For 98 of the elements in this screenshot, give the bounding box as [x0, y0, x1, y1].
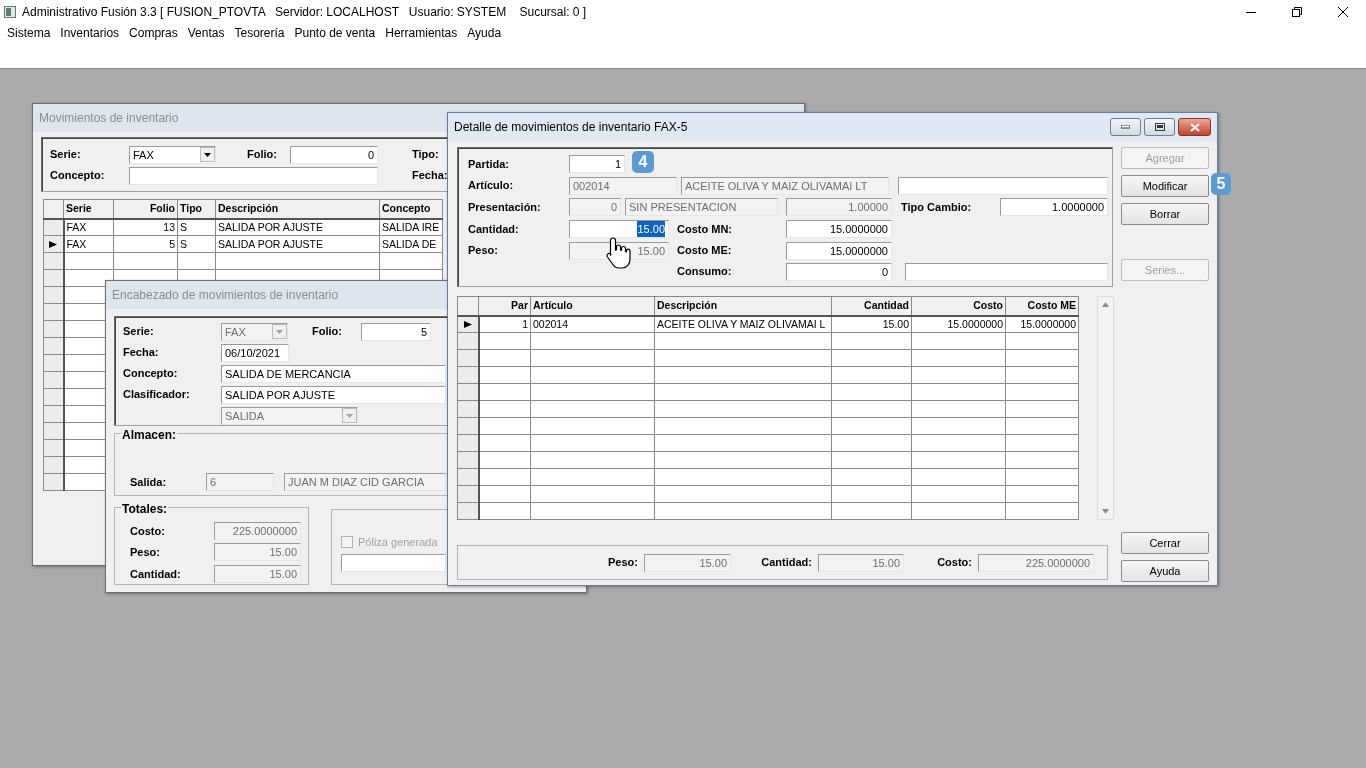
- field-label: Clasificador:: [123, 387, 191, 403]
- table-cell: 5: [113, 235, 178, 253]
- field-label: Costo:: [130, 523, 166, 539]
- menu-item[interactable]: Punto de venta: [289, 24, 381, 42]
- window-title: Administrativo Fusión 3.3 [ FUSION_PTOVTA Servidor: LOCALHOST Usuario: SYSTEM Sucursal: 0 ]: [22, 4, 587, 21]
- input-field[interactable]: 15.00: [569, 220, 669, 238]
- column-header[interactable]: Descripción: [215, 199, 380, 219]
- button[interactable]: Cerrar: [1121, 532, 1209, 554]
- column-header[interactable]: Tipo: [177, 199, 216, 219]
- table-cell: S: [177, 218, 216, 236]
- menu-item[interactable]: Tesorería: [229, 24, 290, 42]
- field-label: Cantidad:: [468, 221, 520, 237]
- input-field[interactable]: 15.0000000: [786, 220, 892, 238]
- close-button[interactable]: [1178, 118, 1211, 136]
- column-header[interactable]: Descripción: [654, 296, 832, 316]
- input-field[interactable]: SALIDA POR AJUSTE: [221, 385, 446, 404]
- table-cell: FAX: [63, 235, 114, 253]
- input-field[interactable]: SALIDA DE MERCANCIA: [221, 364, 446, 383]
- field-label: Artículo:: [468, 178, 515, 194]
- table-cell: 002014: [530, 315, 655, 333]
- input-field[interactable]: 1: [569, 155, 625, 173]
- column-header[interactable]: Costo: [911, 296, 1006, 316]
- button[interactable]: Borrar: [1121, 203, 1209, 225]
- input-field[interactable]: 0: [786, 262, 892, 281]
- input-field[interactable]: [129, 166, 378, 185]
- input-field[interactable]: 0: [290, 145, 378, 164]
- field-label: Peso:: [130, 545, 161, 560]
- field-label: Tipo:: [412, 147, 439, 163]
- field-label: Folio:: [312, 324, 343, 340]
- menu-item[interactable]: Sistema: [2, 24, 56, 42]
- input-field[interactable]: 06/10/2021: [221, 343, 289, 362]
- app-icon: [4, 6, 16, 18]
- input-field[interactable]: [905, 262, 1108, 281]
- field-label: Cantidad:: [130, 566, 182, 582]
- table-cell: ACEITE OLIVA Y MAIZ OLIVAMAI L: [654, 315, 832, 333]
- table-cell: 15.0000000: [1005, 315, 1079, 333]
- field-label: Costo MN:: [677, 221, 733, 237]
- field-label: Peso:: [468, 243, 499, 259]
- button[interactable]: Ayuda: [1121, 560, 1209, 582]
- field-label: Consumo:: [677, 264, 733, 280]
- table-cell: SALIDA POR AJUSTE: [215, 218, 380, 236]
- column-header[interactable]: Par: [478, 296, 531, 316]
- window-title: Movimientos de inventario: [39, 110, 179, 127]
- restore-icon[interactable]: [1154, 123, 1165, 131]
- field-label: Presentación:: [468, 199, 542, 215]
- window-title: Encabezado de movimientos de inventario: [112, 287, 339, 304]
- menu-item[interactable]: Compras: [124, 24, 183, 42]
- input-field[interactable]: [341, 554, 446, 572]
- field-label: Costo:: [936, 555, 973, 571]
- table-cell: 15.00: [831, 315, 912, 333]
- checkbox-label: Póliza generada: [358, 534, 438, 550]
- input-field[interactable]: [898, 176, 1108, 195]
- field-label: Tipo Cambio:: [901, 199, 973, 215]
- menu-item[interactable]: Inventarios: [55, 24, 125, 42]
- field-label: Partida:: [468, 156, 510, 172]
- field-label: Salida:: [130, 474, 168, 490]
- field-label: Cantidad:: [760, 555, 813, 571]
- window-title: Detalle de movimientos de inventario FAX-5: [454, 119, 688, 136]
- table-cell: S: [177, 235, 216, 253]
- table-cell: SALIDA DE: [379, 235, 443, 253]
- table-cell: FAX: [63, 218, 114, 236]
- restore-button[interactable]: [1144, 118, 1175, 136]
- table-cell: 15.0000000: [911, 315, 1006, 333]
- field-label: Folio:: [247, 147, 278, 163]
- column-header[interactable]: Serie: [63, 199, 114, 219]
- minimize-button[interactable]: [1110, 118, 1141, 136]
- column-header[interactable]: Costo ME: [1005, 296, 1079, 316]
- table-cell: 13: [113, 218, 178, 236]
- field-label: Costo ME:: [677, 243, 733, 259]
- input-field[interactable]: 1.0000000: [1000, 198, 1108, 216]
- field-label: Fecha:: [412, 168, 448, 184]
- field-label: Concepto:: [123, 366, 179, 382]
- field-label: Serie:: [123, 324, 155, 340]
- menu-item[interactable]: Ventas: [182, 24, 230, 42]
- column-header[interactable]: Folio: [113, 199, 178, 219]
- input-field[interactable]: 5: [361, 322, 431, 341]
- close-icon[interactable]: [1337, 6, 1349, 18]
- row-pointer-icon: [48, 239, 59, 249]
- table-cell: SALIDA POR AJUSTE: [215, 235, 380, 253]
- combo-box[interactable]: FAX: [129, 145, 216, 164]
- column-header[interactable]: Artículo: [530, 296, 655, 316]
- table-cell: 1: [478, 315, 531, 333]
- column-header[interactable]: Concepto: [379, 199, 443, 219]
- menu-item[interactable]: Ayuda: [462, 24, 507, 42]
- menu-item[interactable]: Herramientas: [380, 24, 463, 42]
- step-badge: 4: [632, 151, 654, 173]
- button[interactable]: Modificar: [1121, 175, 1209, 197]
- field-label: Serie:: [50, 147, 82, 163]
- row-pointer-icon: [462, 319, 473, 329]
- field-label: Peso:: [607, 555, 639, 571]
- scrollbar[interactable]: [1097, 296, 1114, 520]
- step-badge: 5: [1211, 173, 1231, 195]
- field-label: Concepto:: [50, 168, 106, 184]
- restore-icon[interactable]: [1291, 6, 1303, 18]
- field-label: Fecha:: [123, 345, 160, 361]
- table-cell: SALIDA IRE: [379, 218, 443, 236]
- column-header[interactable]: Cantidad: [831, 296, 912, 316]
- input-field[interactable]: 15.0000000: [786, 241, 892, 260]
